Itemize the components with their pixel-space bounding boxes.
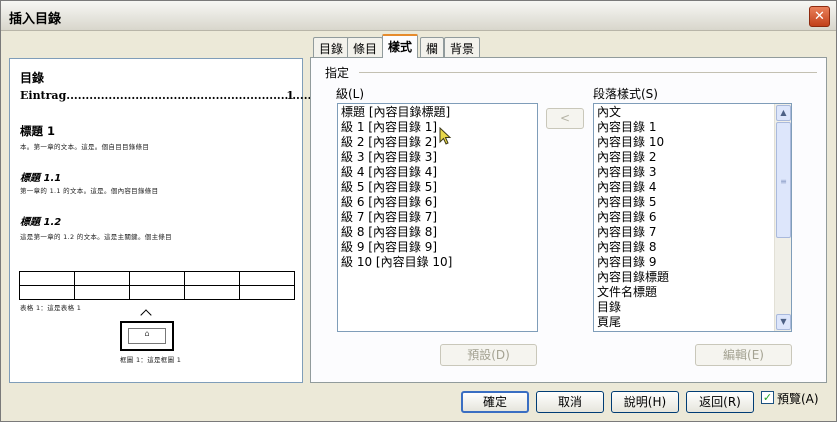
reset-button[interactable]: 返回(R) xyxy=(686,391,754,413)
preview-frame-caption: 框圖 1：這是框圖 1 xyxy=(120,356,182,364)
preview-heading-1: 標題 1 xyxy=(20,124,56,138)
level-item[interactable]: 級 7 [內容目錄 7] xyxy=(338,210,537,225)
paragraph-styles-label: 段落樣式(S) xyxy=(593,87,658,101)
dialog-title: 插入目錄 xyxy=(9,12,62,27)
paragraph-style-item[interactable]: 內容目錄 4 xyxy=(594,180,791,195)
preview-table-caption: 表格 1：這是表格 1 xyxy=(20,304,82,312)
preview-checkbox-label: 預覽(A) xyxy=(777,392,819,406)
scroll-down-icon[interactable]: ▼ xyxy=(776,314,791,330)
level-item[interactable]: 級 2 [內容目錄 2] xyxy=(338,135,537,150)
paragraph-style-item[interactable]: 內容目錄標題 xyxy=(594,270,791,285)
level-item[interactable]: 級 6 [內容目錄 6] xyxy=(338,195,537,210)
assign-arrow-button[interactable]: < xyxy=(546,108,584,129)
default-button[interactable]: 預設(D) xyxy=(440,344,537,366)
insert-toc-dialog: 插入目錄 ✕ 目錄 Eintrag.......................… xyxy=(0,0,837,422)
levels-listbox[interactable]: 標題 [內容目錄標題] 級 1 [內容目錄 1] 級 2 [內容目錄 2] 級 3 [… xyxy=(337,103,538,332)
title-bar: 插入目錄 ✕ xyxy=(1,1,836,31)
paragraph-style-item[interactable]: 內容目錄 10 xyxy=(594,135,791,150)
tab-label: 背景 xyxy=(450,42,475,56)
preview-entry-text: Eintrag xyxy=(20,89,67,102)
preview-body-1-2: 這是第一章的 1.2 的文本。這是主關鍵。個主條目 xyxy=(20,233,172,241)
level-item[interactable]: 級 5 [內容目錄 5] xyxy=(338,180,537,195)
toc-preview: 目錄 Eintrag..............................… xyxy=(9,58,350,383)
assign-group-label: 指定 xyxy=(325,66,350,80)
paragraph-style-item[interactable]: 內容目錄 9 xyxy=(594,255,791,270)
preview-frame: ⌂ xyxy=(120,321,174,351)
paragraph-style-item[interactable]: 內容目錄 7 xyxy=(594,225,791,240)
level-item[interactable]: 級 8 [內容目錄 8] xyxy=(338,225,537,240)
preview-body-1-1: 第一章的 1.1 的文本。這是。個內容目錄條目 xyxy=(20,187,159,195)
paragraph-style-item[interactable]: 內容目錄 8 xyxy=(594,240,791,255)
paragraph-style-item[interactable]: 目錄 xyxy=(594,300,791,315)
paragraph-style-item[interactable]: 頁尾 xyxy=(594,315,791,330)
level-item[interactable]: 級 10 [內容目錄 10] xyxy=(338,255,537,270)
picture-icon: ⌂ xyxy=(128,328,166,344)
level-item[interactable]: 級 3 [內容目錄 3] xyxy=(338,150,537,165)
vertical-scrollbar[interactable]: ▲ ≡ ▼ xyxy=(774,104,791,331)
tab-background[interactable]: 背景 xyxy=(444,37,481,57)
styles-panel: 指定 級(L) 段落樣式(S) 標題 [內容目錄標題] 級 1 [內容目錄 1] 級… xyxy=(310,57,827,383)
preview-body-1: 本。第一章的文本。這是。個自目目錄條目 xyxy=(20,143,150,151)
paragraph-style-item[interactable]: 內容目錄 5 xyxy=(594,195,791,210)
close-icon: ✕ xyxy=(814,9,825,24)
level-item[interactable]: 級 1 [內容目錄 1] xyxy=(338,120,537,135)
tab-entries[interactable]: 條目 xyxy=(347,37,384,57)
tab-label: 目錄 xyxy=(319,42,344,56)
scroll-thumb[interactable]: ≡ xyxy=(776,122,791,238)
preview-heading-1-1: 標題 1.1 xyxy=(20,173,62,184)
preview-table xyxy=(19,271,295,300)
paragraph-style-item[interactable]: 內容目錄 6 xyxy=(594,210,791,225)
paragraph-style-item[interactable]: 文件名標題 xyxy=(594,285,791,300)
cancel-button[interactable]: 取消 xyxy=(536,391,604,413)
paragraph-style-item[interactable]: 內容目錄 1 xyxy=(594,120,791,135)
tab-label: 樣式 xyxy=(388,40,413,54)
tab-label: 條目 xyxy=(353,42,378,56)
preview-title: 目錄 xyxy=(20,71,45,85)
preview-entry-page: 1 xyxy=(286,89,294,102)
tab-label: 欄 xyxy=(426,42,439,56)
tab-styles[interactable]: 樣式 xyxy=(382,34,419,58)
levels-label: 級(L) xyxy=(336,87,365,101)
group-divider xyxy=(359,72,817,73)
level-item[interactable]: 級 9 [內容目錄 9] xyxy=(338,240,537,255)
close-button[interactable]: ✕ xyxy=(809,6,830,27)
edit-button[interactable]: 編輯(E) xyxy=(695,344,792,366)
preview-entry: Eintrag.................................… xyxy=(20,89,350,102)
tab-toc[interactable]: 目錄 xyxy=(313,37,350,57)
mouse-cursor-icon xyxy=(439,127,452,145)
ok-button[interactable]: 確定 xyxy=(461,391,529,413)
help-button[interactable]: 說明(H) xyxy=(611,391,679,413)
tab-columns[interactable]: 欄 xyxy=(420,37,445,57)
level-item[interactable]: 標題 [內容目錄標題] xyxy=(338,105,537,120)
preview-checkbox[interactable]: ✓ xyxy=(761,391,774,404)
paragraph-style-item[interactable]: 內文 xyxy=(594,105,791,120)
arrow-left-icon: < xyxy=(559,111,571,125)
level-item[interactable]: 級 4 [內容目錄 4] xyxy=(338,165,537,180)
paragraph-style-item[interactable]: 內容目錄 2 xyxy=(594,150,791,165)
scroll-up-icon[interactable]: ▲ xyxy=(776,105,791,121)
checkmark-icon: ✓ xyxy=(762,391,773,404)
frame-hanger xyxy=(140,309,152,321)
preview-heading-1-2: 標題 1.2 xyxy=(20,217,62,228)
paragraph-style-item[interactable]: 內容目錄 3 xyxy=(594,165,791,180)
paragraph-styles-listbox[interactable]: 內文 內容目錄 1 內容目錄 10 內容目錄 2 內容目錄 3 內容目錄 4 內容目錄 5內… xyxy=(593,103,792,332)
